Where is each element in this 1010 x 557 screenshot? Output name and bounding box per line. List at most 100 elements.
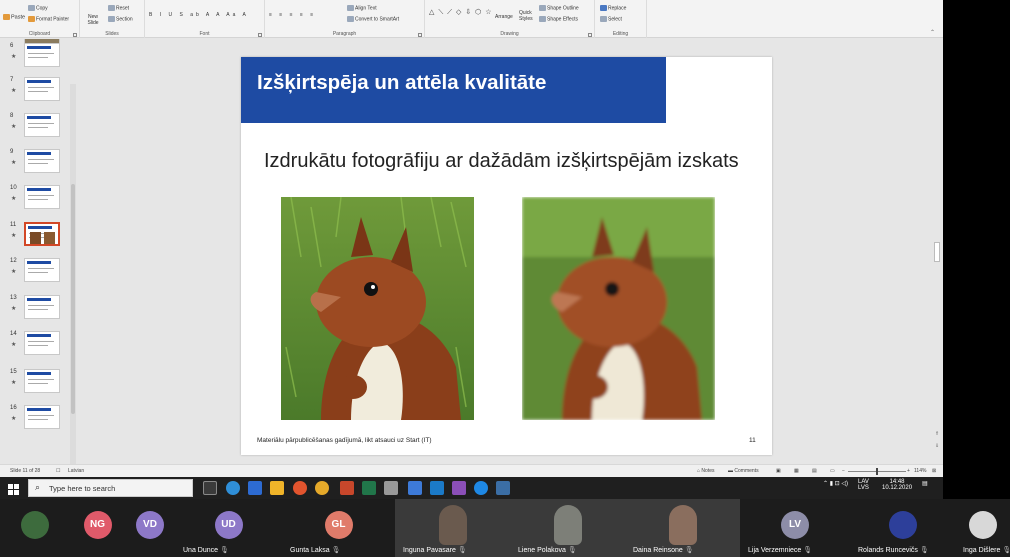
excel-icon[interactable] bbox=[362, 481, 376, 495]
windows-start-icon[interactable] bbox=[8, 482, 19, 495]
calculator-icon[interactable] bbox=[384, 481, 398, 495]
format-painter-button[interactable]: Format Painter bbox=[28, 16, 69, 22]
slide-thumbnail[interactable]: 10 ★ bbox=[0, 185, 76, 215]
font-format-buttons[interactable]: B I U S ab A A Aa A bbox=[149, 12, 249, 18]
slide-thumbnail[interactable]: 7 ★ bbox=[0, 77, 76, 107]
photos-icon[interactable] bbox=[496, 481, 510, 495]
squirrel-photo-sharp[interactable] bbox=[281, 197, 474, 420]
notifications-icon[interactable]: ▤ bbox=[922, 480, 928, 487]
quick-styles-button[interactable]: Quick Styles bbox=[519, 10, 533, 22]
participant-tile[interactable]: VD bbox=[125, 499, 175, 557]
zoom-app-icon[interactable] bbox=[248, 481, 262, 495]
thumbnail-line bbox=[28, 419, 48, 420]
file-explorer-icon[interactable] bbox=[270, 481, 284, 495]
align-text-button[interactable]: Align Text bbox=[347, 5, 377, 11]
zoom-out-icon[interactable]: − bbox=[842, 468, 845, 474]
participant-tile[interactable]: Rolands Runcevičs 🎙 bbox=[850, 499, 955, 557]
slideshow-icon[interactable]: ▭ bbox=[830, 468, 835, 474]
participant-name: Liene Polakova 🎙 bbox=[518, 547, 577, 554]
clipboard-launcher-icon[interactable] bbox=[73, 33, 77, 37]
slide-thumbnail[interactable]: 9 ★ bbox=[0, 149, 76, 179]
system-tray-icons[interactable]: ⌃ ▮ ⊡ ◁) bbox=[823, 480, 848, 487]
new-slide-button[interactable]: New Slide bbox=[84, 14, 102, 26]
select-button[interactable]: Select bbox=[600, 16, 622, 22]
chrome-icon[interactable] bbox=[315, 481, 329, 495]
slide-thumbnail[interactable]: 6 ★ bbox=[0, 43, 76, 73]
participant-tile[interactable]: Daina Reinsone 🎙 bbox=[625, 499, 740, 557]
shape-outline-button[interactable]: Shape Outline bbox=[539, 5, 579, 11]
participant-tile[interactable]: Inguna Pavasare 🎙 bbox=[395, 499, 510, 557]
thumbnail-photo bbox=[44, 232, 55, 244]
powerpoint-icon[interactable] bbox=[340, 481, 354, 495]
paint-icon[interactable] bbox=[408, 481, 422, 495]
reset-button[interactable]: Reset bbox=[108, 5, 129, 11]
current-slide[interactable]: Izšķirtspēja un attēla kvalitāte Izdrukā… bbox=[241, 57, 772, 455]
app-icon-blue[interactable] bbox=[430, 481, 444, 495]
taskbar-search-box[interactable]: ⌕ Type here to search bbox=[28, 479, 193, 497]
thumbnail-title-bar bbox=[27, 188, 51, 191]
slide-number[interactable]: 11 bbox=[749, 437, 756, 444]
participant-tile[interactable]: Inga Dišlere 🎙 bbox=[955, 499, 1010, 557]
participant-video bbox=[553, 505, 582, 545]
fit-slide-icon[interactable]: ⊠ bbox=[932, 468, 936, 474]
slide-thumbnail[interactable]: 12 ★ bbox=[0, 258, 76, 288]
spellcheck-icon[interactable]: ☐ bbox=[56, 468, 60, 474]
app-icon-purple[interactable] bbox=[452, 481, 466, 495]
comments-button[interactable]: ▬ Comments bbox=[728, 468, 759, 474]
shape-effects-button[interactable]: Shape Effects bbox=[539, 16, 578, 22]
font-launcher-icon[interactable] bbox=[258, 33, 262, 37]
slide-title[interactable]: Izšķirtspēja un attēla kvalitāte bbox=[257, 71, 546, 95]
zoom-slider-handle[interactable] bbox=[876, 468, 878, 475]
slide-footer[interactable]: Materiālu pārpublicēšanas gadījumā, likt… bbox=[257, 437, 432, 444]
canvas-scroll-handle[interactable] bbox=[934, 242, 940, 262]
slide-thumbnail[interactable]: 8 ★ bbox=[0, 113, 76, 143]
participant-tile[interactable]: LV Lija Verzemniece 🎙 bbox=[740, 499, 850, 557]
shapes-gallery[interactable]: △ ⟍ ⟋ ◇ ⇩ ⬡ ☆ bbox=[429, 8, 493, 17]
firefox-icon[interactable] bbox=[293, 481, 307, 495]
thumbnail-title-bar bbox=[27, 408, 51, 411]
participant-tile[interactable]: NG bbox=[70, 499, 125, 557]
copy-button[interactable]: Copy bbox=[28, 5, 48, 11]
slide-thumbnail[interactable]: 15 ★ bbox=[0, 369, 76, 399]
replace-button[interactable]: Replace bbox=[600, 5, 626, 11]
status-bar: Slide 11 of 28 ☐ Latvian ⌂ Notes ▬ Comme… bbox=[0, 464, 943, 477]
slide-body-text[interactable]: Izdrukātu fotogrāfiju ar dažādām izšķirt… bbox=[264, 147, 744, 175]
thumbnail-title-bar bbox=[27, 46, 51, 49]
thumbnail-line bbox=[28, 305, 54, 306]
participant-tile[interactable] bbox=[0, 499, 70, 557]
task-view-icon[interactable] bbox=[203, 481, 217, 495]
previous-slide-icon[interactable]: ⇑ bbox=[935, 431, 939, 437]
language-indicator-tray[interactable]: LAV LVS bbox=[858, 479, 869, 491]
slide-thumbnail[interactable]: 14 ★ bbox=[0, 331, 76, 361]
slide-thumbnail[interactable]: 11 ★ bbox=[0, 222, 76, 252]
canvas-scrollbar[interactable] bbox=[933, 39, 942, 464]
participant-tile[interactable]: Liene Polakova 🎙 bbox=[510, 499, 625, 557]
slide-thumbnail[interactable]: 16 ★ bbox=[0, 405, 76, 435]
reading-view-icon[interactable]: ▤ bbox=[812, 468, 817, 474]
notes-button[interactable]: ⌂ Notes bbox=[697, 468, 714, 474]
normal-view-icon[interactable]: ▣ bbox=[776, 468, 781, 474]
slide-sorter-icon[interactable]: ▦ bbox=[794, 468, 799, 474]
slide-thumbnail[interactable]: 13 ★ bbox=[0, 295, 76, 325]
clock[interactable]: 14:48 10.12.2020 bbox=[882, 479, 912, 491]
section-button[interactable]: Section bbox=[108, 16, 133, 22]
muted-mic-icon: 🎙 bbox=[219, 547, 229, 554]
squirrel-photo-blurred[interactable] bbox=[522, 197, 715, 420]
convert-smartart-button[interactable]: Convert to SmartArt bbox=[347, 16, 399, 22]
language-indicator[interactable]: Latvian bbox=[68, 468, 84, 474]
internet-explorer-icon[interactable] bbox=[474, 481, 488, 495]
collapse-ribbon-icon[interactable]: ⌃ bbox=[930, 29, 935, 36]
paste-button[interactable]: Paste bbox=[3, 14, 25, 20]
zoom-in-icon[interactable]: + bbox=[907, 468, 910, 474]
next-slide-icon[interactable]: ⇓ bbox=[935, 443, 939, 449]
participant-tile[interactable]: GL Gunta Laksa 🎙 bbox=[282, 499, 395, 557]
paragraph-launcher-icon[interactable] bbox=[418, 33, 422, 37]
black-side-area bbox=[943, 0, 1010, 499]
arrange-button[interactable]: Arrange bbox=[495, 14, 513, 20]
paragraph-align-buttons[interactable]: ≡ ≡ ≡ ≡ ≡ bbox=[269, 12, 316, 18]
muted-mic-icon: 🎙 bbox=[1002, 547, 1010, 554]
zoom-level[interactable]: 114% bbox=[914, 468, 926, 474]
drawing-launcher-icon[interactable] bbox=[588, 33, 592, 37]
edge-icon[interactable] bbox=[226, 481, 240, 495]
participant-tile[interactable]: UD Una Dunce 🎙 bbox=[175, 499, 282, 557]
